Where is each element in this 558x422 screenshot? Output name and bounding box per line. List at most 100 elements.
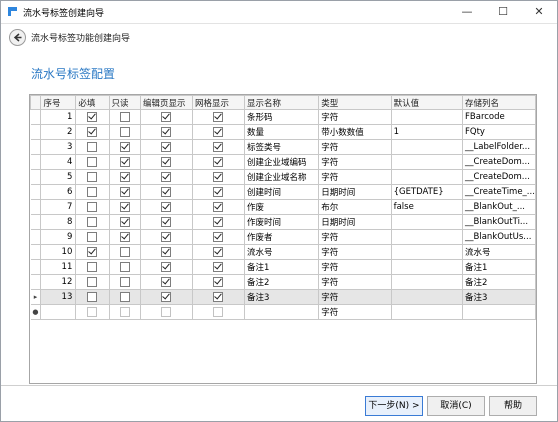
edit-show-checkbox[interactable]: [161, 306, 172, 317]
required-checkbox[interactable]: [87, 261, 98, 272]
table-row[interactable]: 2 数量 带小数数值 1 FQty: [30, 124, 536, 140]
cancel-button[interactable]: 取消(C): [427, 396, 485, 416]
column-name-cell[interactable]: __BlankOutUs...: [462, 229, 536, 245]
col-header-readonly[interactable]: 只读: [108, 95, 141, 110]
edit-show-cell[interactable]: [139, 214, 194, 230]
required-cell[interactable]: [75, 184, 110, 200]
grid-show-checkbox[interactable]: [213, 171, 224, 182]
type-cell[interactable]: 字符: [318, 274, 392, 290]
type-cell[interactable]: 字符: [318, 169, 392, 185]
display-name-cell[interactable]: 条形码: [243, 109, 320, 125]
edit-show-checkbox[interactable]: [161, 126, 172, 137]
edit-show-checkbox[interactable]: [161, 216, 172, 227]
grid-show-cell[interactable]: [192, 259, 245, 275]
display-name-cell[interactable]: 标签类号: [243, 139, 320, 155]
column-name-cell[interactable]: __CreateDom...: [462, 169, 536, 185]
table-row[interactable]: 11 备注1 字符 备注1: [30, 259, 536, 275]
required-checkbox[interactable]: [87, 231, 98, 242]
display-name-cell[interactable]: [243, 304, 320, 320]
table-row[interactable]: 12 备注2 字符 备注2: [30, 274, 536, 290]
row-indicator[interactable]: ▸: [30, 289, 42, 305]
display-name-cell[interactable]: 作废者: [243, 229, 320, 245]
required-cell[interactable]: [75, 124, 110, 140]
type-cell[interactable]: 字符: [318, 229, 392, 245]
readonly-checkbox[interactable]: [119, 186, 130, 197]
edit-show-cell[interactable]: [139, 154, 194, 170]
type-cell[interactable]: 字符: [318, 154, 392, 170]
table-row[interactable]: 9 作废者 字符 __BlankOutUs...: [30, 229, 536, 245]
edit-show-checkbox[interactable]: [161, 156, 172, 167]
edit-show-cell[interactable]: [139, 229, 194, 245]
readonly-cell[interactable]: [108, 259, 141, 275]
grid-show-checkbox[interactable]: [213, 276, 224, 287]
table-row[interactable]: 6 创建时间 日期时间 {GETDATE} __CreateTime_...: [30, 184, 536, 200]
row-indicator[interactable]: [30, 124, 42, 140]
readonly-checkbox[interactable]: [119, 141, 130, 152]
type-cell[interactable]: 字符: [318, 304, 392, 320]
readonly-checkbox[interactable]: [119, 246, 130, 257]
edit-show-cell[interactable]: [139, 124, 194, 140]
column-name-cell[interactable]: 流水号: [462, 244, 536, 260]
row-indicator[interactable]: [30, 274, 42, 290]
edit-show-cell[interactable]: [139, 199, 194, 215]
edit-show-checkbox[interactable]: [161, 171, 172, 182]
required-cell[interactable]: [75, 109, 110, 125]
col-header-default[interactable]: 默认值: [390, 95, 464, 110]
edit-show-cell[interactable]: [139, 184, 194, 200]
column-name-cell[interactable]: __LabelFolder...: [462, 139, 536, 155]
edit-show-checkbox[interactable]: [161, 261, 172, 272]
column-name-cell[interactable]: [462, 304, 536, 320]
default-value-cell[interactable]: [390, 289, 464, 305]
default-value-cell[interactable]: [390, 259, 464, 275]
grid-show-cell[interactable]: [192, 289, 245, 305]
edit-show-checkbox[interactable]: [161, 231, 172, 242]
readonly-cell[interactable]: [108, 199, 141, 215]
edit-show-cell[interactable]: [139, 169, 194, 185]
col-header-grid-show[interactable]: 网格显示: [192, 95, 245, 110]
row-indicator[interactable]: [30, 169, 42, 185]
readonly-cell[interactable]: [108, 154, 141, 170]
column-name-cell[interactable]: __BlankOut_...: [462, 199, 536, 215]
display-name-cell[interactable]: 数量: [243, 124, 320, 140]
type-cell[interactable]: 日期时间: [318, 184, 392, 200]
grid-show-checkbox[interactable]: [213, 201, 224, 212]
edit-show-checkbox[interactable]: [161, 291, 172, 302]
table-row[interactable]: ▸ 13 备注3 字符 备注3: [30, 289, 536, 305]
readonly-checkbox[interactable]: [119, 156, 130, 167]
edit-show-checkbox[interactable]: [161, 186, 172, 197]
edit-show-cell[interactable]: [139, 274, 194, 290]
type-cell[interactable]: 字符: [318, 289, 392, 305]
default-value-cell[interactable]: 1: [390, 124, 464, 140]
readonly-cell[interactable]: [108, 124, 141, 140]
readonly-cell[interactable]: [108, 229, 141, 245]
required-cell[interactable]: [75, 289, 110, 305]
table-row[interactable]: 8 作废时间 日期时间 __BlankOutTi...: [30, 214, 536, 230]
readonly-checkbox[interactable]: [119, 291, 130, 302]
readonly-checkbox[interactable]: [119, 126, 130, 137]
row-indicator[interactable]: [30, 199, 42, 215]
required-cell[interactable]: [75, 169, 110, 185]
grid-show-cell[interactable]: [192, 274, 245, 290]
default-value-cell[interactable]: [390, 169, 464, 185]
required-cell[interactable]: [75, 244, 110, 260]
required-checkbox[interactable]: [87, 246, 98, 257]
default-value-cell[interactable]: [390, 244, 464, 260]
type-cell[interactable]: 带小数数值: [318, 124, 392, 140]
col-header-required[interactable]: 必填: [75, 95, 110, 110]
row-indicator[interactable]: [30, 139, 42, 155]
required-checkbox[interactable]: [87, 291, 98, 302]
display-name-cell[interactable]: 作废时间: [243, 214, 320, 230]
readonly-checkbox[interactable]: [119, 306, 130, 317]
default-value-cell[interactable]: [390, 139, 464, 155]
required-cell[interactable]: [75, 274, 110, 290]
row-indicator[interactable]: ●: [30, 304, 42, 320]
table-row[interactable]: 5 创建企业域名称 字符 __CreateDom...: [30, 169, 536, 185]
display-name-cell[interactable]: 备注2: [243, 274, 320, 290]
grid-show-checkbox[interactable]: [213, 186, 224, 197]
grid-show-checkbox[interactable]: [213, 111, 224, 122]
grid-show-cell[interactable]: [192, 139, 245, 155]
col-header-seq[interactable]: 序号: [40, 95, 77, 110]
edit-show-checkbox[interactable]: [161, 141, 172, 152]
grid-show-cell[interactable]: [192, 184, 245, 200]
row-indicator[interactable]: [30, 109, 42, 125]
